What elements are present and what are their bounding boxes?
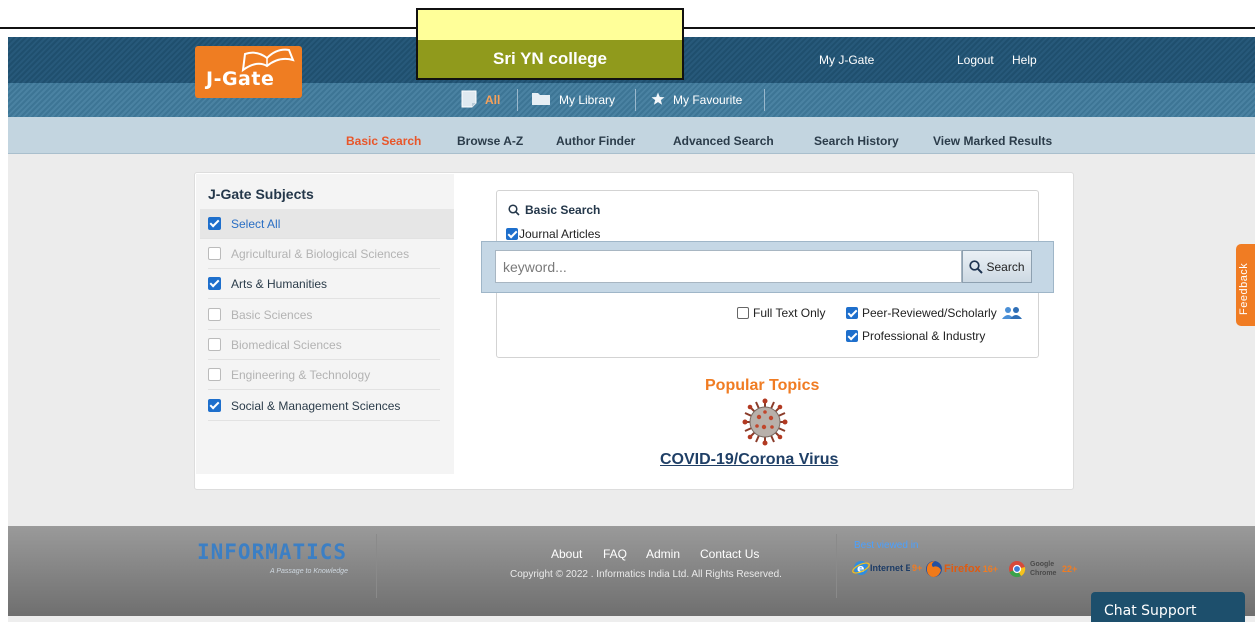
basic-search-title-text: Basic Search	[525, 203, 601, 217]
checkbox-checked[interactable]	[208, 217, 221, 230]
search-button[interactable]: Search	[962, 250, 1032, 283]
subject-label: Basic Sciences	[231, 307, 313, 322]
checkbox-checked[interactable]	[846, 330, 858, 342]
checkbox-checked[interactable]	[506, 228, 518, 240]
browser-chrome-name: Google Chrome	[1030, 561, 1057, 577]
browser-chrome-version: 22+	[1062, 564, 1078, 574]
star-icon	[651, 92, 665, 109]
checkbox-unchecked	[208, 368, 221, 381]
subject-agricultural: Agricultural & Biological Sciences	[208, 239, 440, 269]
full-text-only-label: Full Text Only	[753, 306, 826, 320]
nav-separator	[517, 89, 518, 111]
my-jgate-link[interactable]: My J-Gate	[819, 53, 874, 67]
peer-reviewed-option[interactable]: Peer-Reviewed/Scholarly	[846, 306, 1023, 320]
subject-engineering: Engineering & Technology	[208, 360, 440, 390]
chat-support-button[interactable]: Chat Support	[1091, 592, 1245, 622]
firefox-icon	[926, 561, 942, 577]
checkbox-unchecked[interactable]	[737, 307, 749, 319]
subject-label: Arts & Humanities	[231, 276, 328, 291]
browser-ie: e Internet Explorer 9+	[852, 559, 922, 577]
subjects-title: J-Gate Subjects	[208, 186, 314, 202]
footer-faq-link[interactable]: FAQ	[603, 547, 627, 561]
best-viewed-label: Best viewed in	[854, 540, 919, 551]
subnav-view-marked-results[interactable]: View Marked Results	[933, 134, 1052, 148]
checkbox-checked[interactable]	[846, 307, 858, 319]
subject-label: Biomedical Sciences	[231, 337, 342, 352]
tab-my-library-label: My Library	[559, 93, 616, 107]
subnav-search-history[interactable]: Search History	[814, 134, 899, 148]
popular-topics-title: Popular Topics	[705, 377, 820, 394]
footer-contact-link[interactable]: Contact Us	[700, 547, 759, 561]
informatics-logo[interactable]: INFORMATICS	[197, 540, 347, 564]
footer-about-link[interactable]: About	[551, 547, 582, 561]
chrome-icon	[1009, 561, 1026, 578]
tab-all[interactable]: All	[461, 90, 501, 111]
browser-firefox-version: 16+	[982, 564, 998, 574]
coronavirus-icon[interactable]	[742, 398, 788, 446]
browser-chrome: Google Chrome 22+	[1007, 559, 1077, 579]
internet-explorer-icon: e	[852, 561, 870, 575]
professional-industry-option[interactable]: Professional & Industry	[846, 329, 985, 343]
browser-ie-version: 9+	[912, 563, 923, 573]
subject-social-management[interactable]: Social & Management Sciences	[208, 391, 440, 421]
subject-label: Engineering & Technology	[231, 367, 371, 382]
peer-reviewed-label: Peer-Reviewed/Scholarly	[862, 306, 997, 320]
footer-copyright: Copyright © 2022 . Informatics India Ltd…	[510, 569, 782, 580]
tab-my-favourite[interactable]: My Favourite	[651, 91, 742, 109]
nav-separator	[635, 89, 636, 111]
journal-articles-option[interactable]: Journal Articles	[506, 227, 600, 241]
feedback-label: Feedback	[1238, 262, 1250, 315]
checkbox-unchecked	[208, 338, 221, 351]
users-icon	[1001, 307, 1022, 319]
subject-basic-sciences: Basic Sciences	[208, 300, 440, 330]
jgate-logo[interactable]: J-Gate	[195, 46, 302, 98]
checkbox-unchecked	[208, 247, 221, 260]
subject-label: Social & Management Sciences	[231, 398, 401, 413]
chat-support-label: Chat Support	[1104, 603, 1197, 619]
logo-text: J-Gate	[206, 68, 275, 90]
document-icon	[461, 90, 477, 111]
checkbox-unchecked	[208, 308, 221, 321]
subject-arts-humanities[interactable]: Arts & Humanities	[208, 269, 440, 299]
subject-biomedical: Biomedical Sciences	[208, 330, 440, 360]
subnav-advanced-search[interactable]: Advanced Search	[673, 134, 774, 148]
logout-link[interactable]: Logout	[957, 53, 994, 67]
college-name: Sri YN college	[492, 49, 607, 68]
help-link[interactable]: Help	[1012, 53, 1037, 67]
search-button-label: Search	[986, 259, 1025, 274]
footer-admin-link[interactable]: Admin	[646, 547, 680, 561]
college-banner: Sri YN college	[418, 40, 682, 78]
footer-divider	[376, 534, 377, 598]
professional-industry-label: Professional & Industry	[862, 329, 986, 343]
journal-articles-label: Journal Articles	[519, 227, 601, 241]
subject-select-all[interactable]: Select All	[200, 209, 454, 239]
tab-all-label: All	[485, 93, 501, 107]
checkbox-checked[interactable]	[208, 399, 221, 412]
search-icon	[969, 259, 984, 274]
subnav-basic-search[interactable]: Basic Search	[346, 134, 421, 148]
subnav-author-finder[interactable]: Author Finder	[556, 134, 635, 148]
subnav-browse-az[interactable]: Browse A-Z	[457, 134, 523, 148]
informatics-tagline: A Passage to Knowledge	[270, 568, 348, 575]
subject-label: Agricultural & Biological Sciences	[231, 246, 410, 261]
folder-icon	[531, 91, 551, 109]
nav-separator	[764, 89, 765, 111]
covid-topic-link[interactable]: COVID-19/Corona Virus	[660, 451, 838, 469]
browser-firefox: Firefox 16+	[924, 559, 998, 579]
full-text-only-option[interactable]: Full Text Only	[737, 306, 825, 320]
tab-my-library[interactable]: My Library	[531, 91, 615, 109]
footer-divider	[836, 534, 837, 598]
checkbox-checked[interactable]	[208, 277, 221, 290]
basic-search-title: Basic Search	[508, 203, 600, 217]
subject-label: Select All	[231, 216, 281, 231]
browser-firefox-name: Firefox	[944, 562, 981, 575]
tab-my-favourite-label: My Favourite	[673, 93, 743, 107]
page: J-Gate Sri YN college My J-Gate Logout H…	[0, 0, 1255, 622]
search-icon	[508, 204, 520, 216]
browser-ie-name: Internet Explorer	[870, 563, 910, 573]
keyword-search-input[interactable]	[495, 250, 962, 283]
bottom-strip	[8, 616, 1255, 622]
